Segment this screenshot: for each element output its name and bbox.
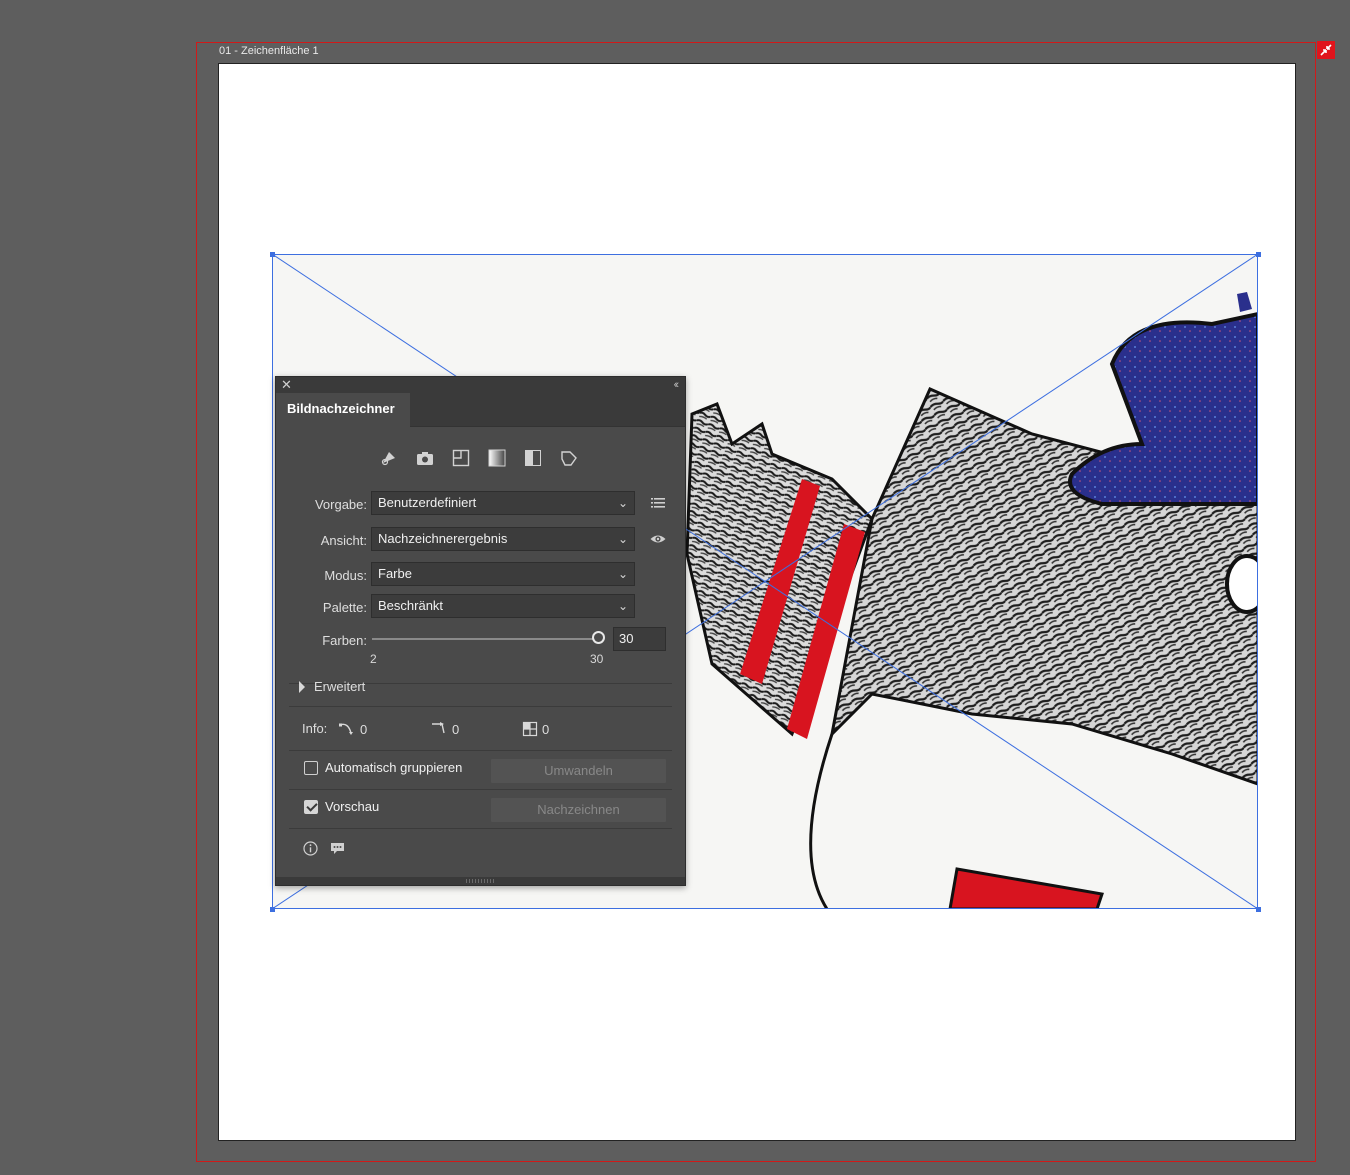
panel-tab-bar: Bildnachzeichner xyxy=(276,393,685,427)
info-icon[interactable] xyxy=(303,841,318,859)
feedback-icon[interactable] xyxy=(330,841,345,859)
mode-value: Farbe xyxy=(378,566,412,581)
preview-label[interactable]: Vorschau xyxy=(325,799,379,814)
mode-row: Modus: Farbe ⌄ xyxy=(276,562,687,588)
outline-icon[interactable] xyxy=(560,449,578,467)
preset-select[interactable]: Benutzerdefiniert ⌄ xyxy=(371,491,635,515)
colors-slider-knob[interactable] xyxy=(592,631,605,644)
selection-handle[interactable] xyxy=(1256,252,1261,257)
divider xyxy=(289,750,672,751)
advanced-label: Erweitert xyxy=(314,679,366,694)
preset-label: Vorgabe: xyxy=(314,497,367,512)
artboard-label[interactable]: 01 - Zeichenfläche 1 xyxy=(219,45,319,57)
colors-label: Farben: xyxy=(322,633,367,648)
path-icon xyxy=(339,723,353,735)
panel-footer xyxy=(303,841,345,859)
image-trace-panel: ✕ ‹‹ Bildnachzeichner Vorgabe: Benutzerd… xyxy=(275,376,686,886)
color-grid-icon xyxy=(522,721,538,737)
selection-handle[interactable] xyxy=(270,907,275,912)
grip-lines xyxy=(466,879,494,883)
palette-value: Beschränkt xyxy=(378,598,444,613)
colors-slider-max: 30 xyxy=(590,652,604,666)
tab-bildnachzeichner[interactable]: Bildnachzeichner xyxy=(276,393,410,427)
low-color-icon[interactable] xyxy=(452,449,470,467)
auto-group-label[interactable]: Automatisch gruppieren xyxy=(325,760,462,775)
high-color-icon[interactable] xyxy=(416,449,434,467)
panel-resize-grip[interactable] xyxy=(276,877,685,885)
preview-row: Vorschau Nachzeichnen xyxy=(304,798,674,822)
divider xyxy=(289,706,672,707)
colors-slider-min: 2 xyxy=(370,652,377,666)
info-row: Info: 0 0 0 xyxy=(302,721,672,741)
chevron-down-icon: ⌄ xyxy=(617,599,628,613)
palette-label: Palette: xyxy=(322,600,367,615)
view-row: Ansicht: Nachzeichnerergebnis ⌄ xyxy=(276,527,687,553)
divider xyxy=(289,828,672,829)
preview-checkbox[interactable] xyxy=(304,800,318,814)
chevron-down-icon: ⌄ xyxy=(617,567,628,581)
chevron-down-icon: ⌄ xyxy=(617,532,628,546)
anchor-point-icon xyxy=(432,722,445,734)
preset-menu-icon[interactable] xyxy=(649,494,667,512)
trace-button[interactable]: Nachzeichnen xyxy=(491,798,666,822)
palette-row: Palette: Beschränkt ⌄ xyxy=(276,594,687,620)
view-select[interactable]: Nachzeichnerergebnis ⌄ xyxy=(371,527,635,551)
auto-group-row: Automatisch gruppieren Umwandeln xyxy=(304,759,674,783)
disclosure-triangle-icon xyxy=(299,681,305,693)
anchors-count: 0 xyxy=(430,721,459,737)
preset-value: Benutzerdefiniert xyxy=(378,495,477,510)
close-icon[interactable]: ✕ xyxy=(281,377,292,393)
convert-button[interactable]: Umwandeln xyxy=(491,759,666,783)
colors-value-input[interactable]: 30 xyxy=(613,627,666,651)
black-white-icon[interactable] xyxy=(524,449,542,467)
selection-handle[interactable] xyxy=(270,252,275,257)
view-label: Ansicht: xyxy=(320,533,367,548)
chevron-down-icon: ⌄ xyxy=(617,496,628,510)
selection-handle[interactable] xyxy=(1256,907,1261,912)
eye-icon[interactable] xyxy=(649,530,667,548)
auto-group-checkbox[interactable] xyxy=(304,761,318,775)
colors-count: 0 xyxy=(522,721,549,737)
collapse-panel-icon[interactable]: ‹‹ xyxy=(674,377,680,393)
advanced-toggle[interactable]: Erweitert xyxy=(299,679,365,694)
colors-slider-track[interactable] xyxy=(372,638,598,640)
view-value: Nachzeichnerergebnis xyxy=(378,531,508,546)
panel-title-bar[interactable]: ✕ ‹‹ xyxy=(276,377,685,393)
info-label: Info: xyxy=(302,721,328,736)
overflow-indicator-icon[interactable] xyxy=(1317,41,1335,59)
preset-row: Vorgabe: Benutzerdefiniert ⌄ xyxy=(276,491,687,517)
grayscale-icon[interactable] xyxy=(488,449,506,467)
preset-icon-bar xyxy=(380,449,578,467)
divider xyxy=(289,789,672,790)
mode-select[interactable]: Farbe ⌄ xyxy=(371,562,635,586)
auto-color-icon[interactable] xyxy=(380,449,398,467)
mode-label: Modus: xyxy=(324,568,367,583)
paths-count: 0 xyxy=(338,721,367,737)
palette-select[interactable]: Beschränkt ⌄ xyxy=(371,594,635,618)
